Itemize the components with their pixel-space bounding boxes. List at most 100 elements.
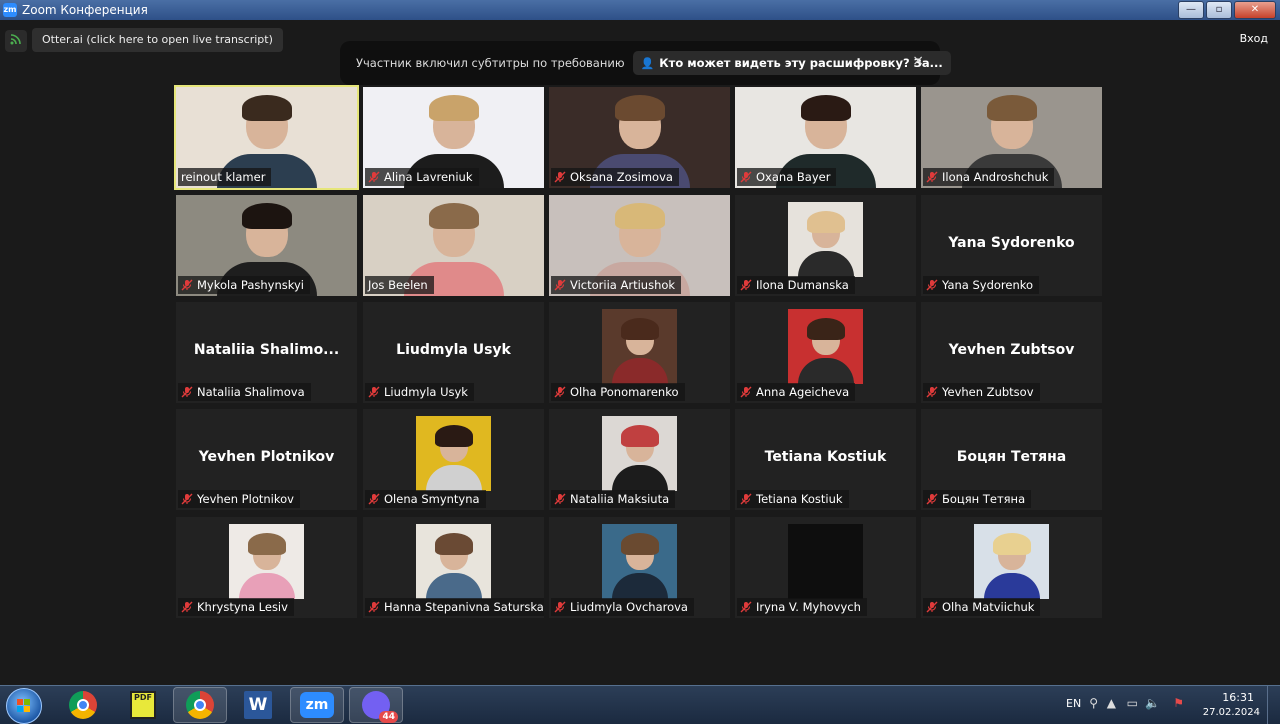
taskbar-chrome-running[interactable]: [173, 687, 227, 723]
participant-tile[interactable]: Victoriia Artiushok: [549, 195, 730, 296]
taskbar-chrome[interactable]: [56, 687, 110, 723]
start-button[interactable]: [6, 688, 42, 724]
participant-display-name: Liudmyla Usyk: [396, 342, 511, 358]
show-desktop-button[interactable]: [1267, 686, 1280, 724]
participant-name-tag: Olena Smyntyna: [365, 490, 486, 508]
profile-photo: [974, 524, 1049, 599]
show-hidden-icons-icon[interactable]: ▲: [1107, 696, 1116, 710]
participant-display-name: Yevhen Plotnikov: [198, 449, 335, 465]
participant-tile[interactable]: Yana Sydorenko Yana Sydorenko: [921, 195, 1102, 296]
participant-tile[interactable]: Olha Ponomarenko: [549, 302, 730, 403]
caption-notice-banner: Участник включил субтитры по требованию …: [340, 41, 951, 85]
window-titlebar: zm Zoom Конференция — ▫ ✕: [0, 0, 1280, 20]
photo-face: [247, 533, 286, 570]
mic-muted-icon: [181, 601, 193, 613]
photo-body: [611, 358, 668, 384]
close-window-button[interactable]: ✕: [1234, 1, 1276, 19]
participant-tile[interactable]: Tetiana Kostiuk Tetiana Kostiuk: [735, 409, 916, 510]
network-icon[interactable]: ▭: [1127, 696, 1138, 710]
video-face: [986, 95, 1037, 149]
participant-name: Iryna V. Myhovych: [756, 600, 861, 614]
taskbar-word[interactable]: W: [231, 687, 285, 723]
who-can-see-label: Кто может видеть эту расшифровку? За...: [659, 56, 943, 70]
live-transcript-icon[interactable]: [5, 30, 27, 52]
photo-face: [620, 318, 659, 355]
photo-hair: [434, 533, 473, 555]
participant-name: Oksana Zosimova: [570, 170, 673, 184]
photo-face: [620, 425, 659, 462]
participant-tile[interactable]: Olha Matviichuk: [921, 517, 1102, 618]
people-icon[interactable]: ⚲: [1089, 696, 1098, 710]
participant-tile[interactable]: Anna Ageicheva: [735, 302, 916, 403]
participant-name-tag: reinout klamer: [178, 168, 272, 186]
participant-tile[interactable]: Боцян Тетяна Боцян Тетяна: [921, 409, 1102, 510]
participant-tile[interactable]: Mykola Pashynskyi: [176, 195, 357, 296]
mic-muted-icon: [181, 279, 193, 291]
language-indicator[interactable]: EN: [1066, 697, 1081, 710]
video-face: [241, 95, 292, 149]
video-face: [428, 95, 479, 149]
maximize-button[interactable]: ▫: [1206, 1, 1232, 19]
participant-name: Yevhen Plotnikov: [197, 492, 294, 506]
participant-name: Alina Lavreniuk: [384, 170, 473, 184]
participant-tile[interactable]: Jos Beelen: [363, 195, 544, 296]
who-can-see-transcript-button[interactable]: 👤 Кто может видеть эту расшифровку? За..…: [632, 51, 951, 75]
close-notice-icon[interactable]: ×: [912, 53, 924, 69]
participant-tile[interactable]: Ilona Dumanska: [735, 195, 916, 296]
participant-name-tag: Alina Lavreniuk: [365, 168, 479, 186]
clock-date[interactable]: 27.02.2024: [1203, 707, 1260, 718]
participant-tile[interactable]: Liudmyla Ovcharova: [549, 517, 730, 618]
action-center-icon[interactable]: ⚑: [1173, 696, 1184, 710]
participant-tile[interactable]: Ilona Androshchuk: [921, 87, 1102, 188]
participant-tile[interactable]: Nataliia Maksiuta: [549, 409, 730, 510]
participant-name-tag: Yevhen Plotnikov: [178, 490, 300, 508]
participant-tile[interactable]: Alina Lavreniuk: [363, 87, 544, 188]
video-face: [800, 95, 851, 149]
participant-name-tag: Victoriia Artiushok: [551, 276, 682, 294]
taskbar-viber[interactable]: 44: [349, 687, 403, 723]
participant-tile[interactable]: Khrystyna Lesiv: [176, 517, 357, 618]
clock-time[interactable]: 16:31: [1222, 691, 1254, 704]
volume-icon[interactable]: 🔈: [1145, 696, 1160, 710]
participant-name: Victoriia Artiushok: [570, 278, 676, 292]
mic-muted-icon: [926, 171, 938, 183]
mic-muted-icon: [926, 279, 938, 291]
participant-name: Olha Ponomarenko: [570, 385, 679, 399]
participant-name-tag: Iryna V. Myhovych: [737, 598, 867, 616]
mic-muted-icon: [554, 386, 566, 398]
participant-display-name: Nataliia Shalimo...: [193, 342, 340, 358]
participant-tile[interactable]: Yevhen Plotnikov Yevhen Plotnikov: [176, 409, 357, 510]
taskbar-zoom[interactable]: zm: [290, 687, 344, 723]
chrome-icon: [69, 691, 97, 719]
participant-name: Боцян Тетяна: [942, 492, 1026, 506]
participant-tile[interactable]: reinout klamer: [174, 85, 359, 190]
mic-muted-icon: [926, 601, 938, 613]
participant-tile[interactable]: Oxana Bayer: [735, 87, 916, 188]
signal-icon: [10, 34, 21, 45]
participant-tile[interactable]: Nataliia Shalimo... Nataliia Shalimova: [176, 302, 357, 403]
participant-name-tag: Liudmyla Ovcharova: [551, 598, 694, 616]
people-icon: 👤: [640, 56, 655, 70]
participant-name: Khrystyna Lesiv: [197, 600, 288, 614]
participant-tile[interactable]: Iryna V. Myhovych: [735, 517, 916, 618]
mic-muted-icon: [740, 386, 752, 398]
participant-name-tag: Liudmyla Usyk: [365, 383, 474, 401]
taskbar-pdf[interactable]: PDF: [116, 687, 170, 723]
participant-name: Tetiana Kostiuk: [756, 492, 843, 506]
participant-name-tag: Ilona Androshchuk: [923, 168, 1055, 186]
mic-muted-icon: [368, 601, 380, 613]
participant-tile[interactable]: Liudmyla Usyk Liudmyla Usyk: [363, 302, 544, 403]
enter-button[interactable]: Вход: [1240, 32, 1268, 45]
otter-transcript-button[interactable]: Otter.ai (click here to open live transc…: [32, 28, 283, 52]
zoom-app-icon: zm: [3, 3, 17, 17]
participant-tile[interactable]: Yevhen Zubtsov Yevhen Zubtsov: [921, 302, 1102, 403]
minimize-button[interactable]: —: [1178, 1, 1204, 19]
participant-tile[interactable]: Oksana Zosimova: [549, 87, 730, 188]
participant-tile[interactable]: Olena Smyntyna: [363, 409, 544, 510]
windows-logo-icon: [17, 699, 30, 712]
participant-name: Ilona Dumanska: [756, 278, 849, 292]
participant-tile[interactable]: Hanna Stepanivna Saturska: [363, 517, 544, 618]
profile-photo: [788, 202, 863, 277]
video-hair: [428, 95, 479, 121]
pdf-icon: PDF: [130, 691, 156, 719]
